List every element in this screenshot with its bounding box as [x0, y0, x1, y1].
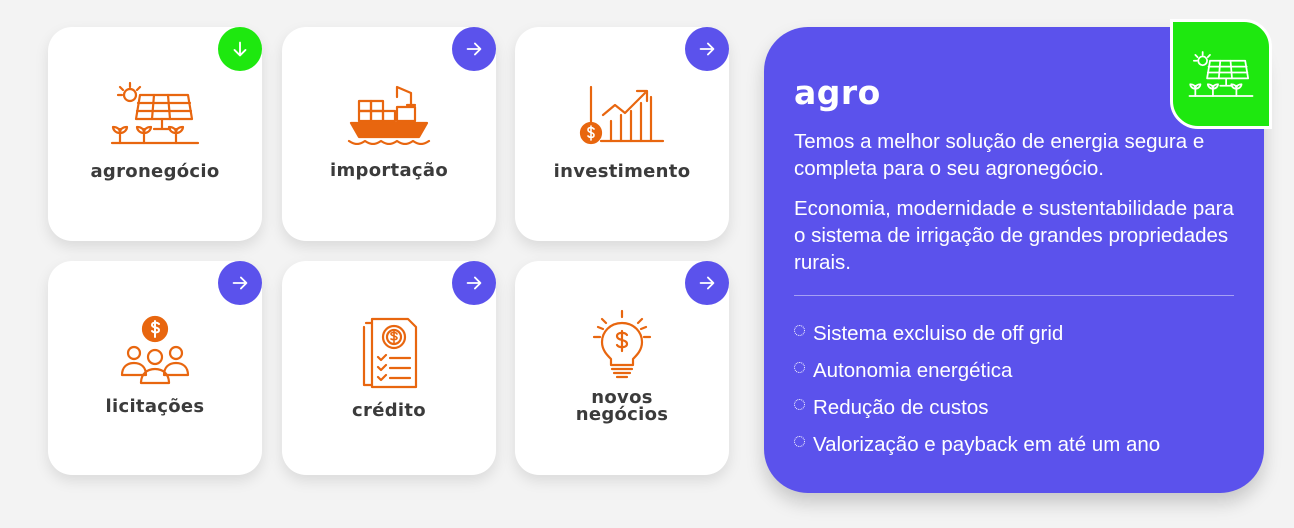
card-importacao[interactable]: importação — [282, 27, 496, 241]
feature-text: Sistema excluiso de off grid — [813, 322, 1064, 345]
panel-badge — [1170, 19, 1272, 129]
card-licitacoes[interactable]: licitações — [48, 261, 262, 475]
bullet-icon — [794, 362, 805, 373]
feature-item: Sistema excluiso de off grid — [794, 315, 1160, 352]
panel-divider — [794, 295, 1234, 296]
feature-item: Valorização e payback em até um ano — [794, 426, 1160, 463]
solar-farm-icon — [1188, 51, 1254, 97]
bullet-icon — [794, 399, 805, 410]
arrow-right-icon[interactable] — [452, 27, 496, 71]
investment-chart-icon — [579, 85, 665, 145]
arrow-right-icon[interactable] — [218, 261, 262, 305]
card-agronegocio[interactable]: agronegócio — [48, 27, 262, 241]
feature-item: Autonomia energética — [794, 352, 1160, 389]
bullet-icon — [794, 325, 805, 336]
card-label-line2: negócios — [575, 404, 669, 425]
people-dollar-icon — [120, 315, 190, 385]
lightbulb-dollar-icon — [592, 309, 652, 379]
panel-title: agro — [794, 73, 881, 112]
card-label: importação — [330, 160, 448, 181]
feature-text: Valorização e payback em até um ano — [813, 433, 1161, 456]
panel-paragraph: Economia, modernidade e sustentabilidade… — [794, 197, 1234, 274]
arrow-right-icon[interactable] — [452, 261, 496, 305]
feature-text: Redução de custos — [813, 396, 989, 419]
solar-farm-icon — [110, 81, 200, 145]
card-label: licitações — [105, 396, 205, 417]
feature-item: Redução de custos — [794, 389, 1160, 426]
card-novos-negocios[interactable]: novos negócios — [515, 261, 729, 475]
arrow-right-icon[interactable] — [685, 261, 729, 305]
detail-panel: agro Temos a melhor solução de energia s… — [764, 19, 1272, 493]
card-label: agronegócio — [90, 161, 220, 182]
card-label: investimento — [553, 161, 691, 182]
arrow-down-icon[interactable] — [218, 27, 262, 71]
cargo-ship-icon — [347, 85, 431, 145]
card-investimento[interactable]: investimento — [515, 27, 729, 241]
bullet-icon — [794, 436, 805, 447]
card-credito[interactable]: crédito — [282, 261, 496, 475]
feature-list: Sistema excluiso de off grid Autonomia e… — [794, 315, 1160, 463]
card-label: crédito — [352, 400, 426, 421]
feature-text: Autonomia energética — [813, 359, 1013, 382]
credit-document-icon — [362, 317, 418, 389]
panel-paragraph: Temos a melhor solução de energia segura… — [794, 130, 1205, 180]
arrow-right-icon[interactable] — [685, 27, 729, 71]
